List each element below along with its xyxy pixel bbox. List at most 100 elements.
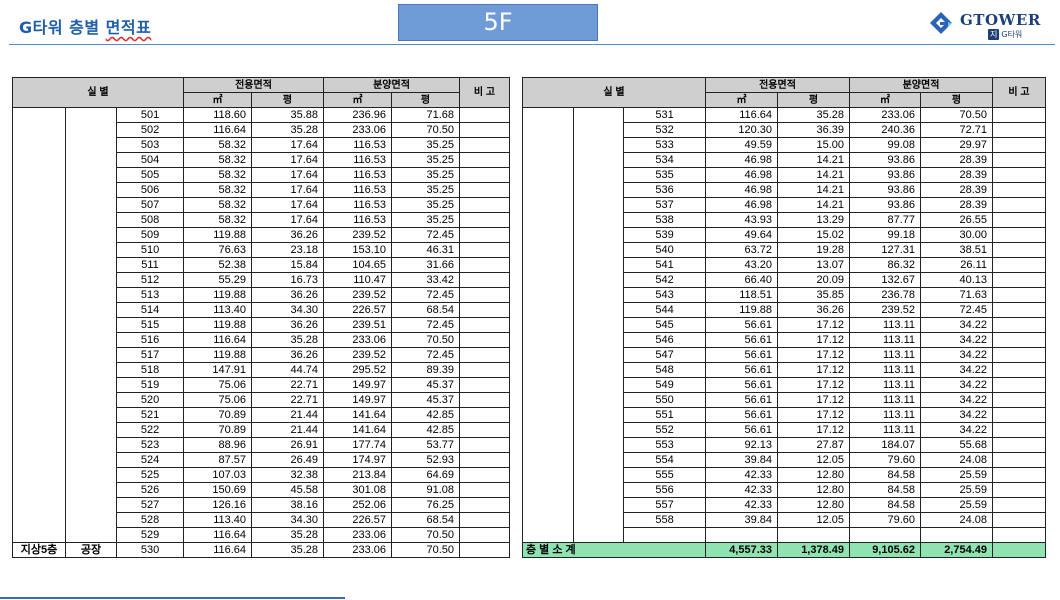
- blank-cell: [522, 452, 574, 468]
- sale-sqm-cell: 116.53: [323, 167, 393, 183]
- table-row: 532 120.30 36.39 240.36 72.71: [522, 122, 1047, 138]
- header-sqm: ㎡: [849, 92, 922, 108]
- sale-sqm-cell: 226.57: [323, 302, 393, 318]
- empty-cell: [705, 527, 779, 543]
- sale-sqm-cell: 252.06: [323, 497, 393, 513]
- blank-cell: [573, 287, 624, 303]
- room-number-cell: 509: [115, 227, 185, 243]
- room-number-cell: 506: [115, 182, 185, 198]
- sale-sqm-cell: 141.64: [323, 422, 393, 438]
- note-cell: [992, 332, 1047, 348]
- blank-cell: [12, 497, 66, 513]
- note-cell: [459, 362, 511, 378]
- exclusive-pyeong-cell: 35.28: [251, 122, 325, 138]
- sale-sqm-cell: 116.53: [323, 152, 393, 168]
- sale-pyeong-cell: 72.45: [391, 227, 461, 243]
- exclusive-pyeong-cell: 36.39: [777, 122, 851, 138]
- blank-cell: [522, 467, 574, 483]
- sale-pyeong-cell: 24.08: [920, 512, 994, 528]
- blank-cell: [12, 257, 66, 273]
- blank-cell: [522, 242, 574, 258]
- sale-sqm-cell: 104.65: [323, 257, 393, 273]
- room-number-cell: 507: [115, 197, 185, 213]
- exclusive-sqm-cell: 116.64: [183, 527, 253, 543]
- table-row: 512 55.29 16.73 110.47 33.42: [12, 272, 511, 288]
- room-number-cell: 523: [115, 437, 185, 453]
- table-row: 535 46.98 14.21 93.86 28.39: [522, 167, 1047, 183]
- exclusive-sqm-cell: 126.16: [183, 497, 253, 513]
- table-row: 545 56.61 17.12 113.11 34.22: [522, 317, 1047, 333]
- blank-cell: [12, 287, 66, 303]
- room-number-cell: 527: [115, 497, 185, 513]
- table-row: 534 46.98 14.21 93.86 28.39: [522, 152, 1047, 168]
- exclusive-pyeong-cell: 36.26: [251, 227, 325, 243]
- title-underlined: 면적표: [105, 18, 152, 37]
- blank-cell: [12, 377, 66, 393]
- exclusive-pyeong-cell: 17.64: [251, 167, 325, 183]
- blank-cell: [522, 302, 574, 318]
- note-cell: [459, 302, 511, 318]
- exclusive-pyeong-cell: 14.21: [777, 182, 851, 198]
- note-cell: [459, 137, 511, 153]
- exclusive-pyeong-cell: 15.00: [777, 137, 851, 153]
- room-number-cell: 520: [115, 392, 185, 408]
- exclusive-sqm-cell: 119.88: [183, 227, 253, 243]
- sale-pyeong-cell: 28.39: [920, 167, 994, 183]
- sale-pyeong-cell: 72.45: [391, 347, 461, 363]
- exclusive-sqm-cell: 39.84: [705, 512, 779, 528]
- empty-cell: [992, 527, 1047, 543]
- sale-pyeong-cell: 28.39: [920, 182, 994, 198]
- exclusive-pyeong-cell: 35.85: [777, 287, 851, 303]
- note-cell: [992, 422, 1047, 438]
- table-row: 508 58.32 17.64 116.53 35.25: [12, 212, 511, 228]
- header-sqm: ㎡: [323, 92, 393, 108]
- blank-cell: [65, 122, 117, 138]
- exclusive-sqm-total: 4,557.33: [705, 542, 779, 558]
- exclusive-sqm-cell: 55.29: [183, 272, 253, 288]
- blank-cell: [65, 182, 117, 198]
- sale-sqm-cell: 233.06: [849, 107, 922, 123]
- room-number-cell: 534: [622, 152, 707, 168]
- sale-pyeong-cell: 25.59: [920, 482, 994, 498]
- blank-cell: [65, 137, 117, 153]
- sale-sqm-cell: 79.60: [849, 512, 922, 528]
- room-number-cell: 510: [115, 242, 185, 258]
- header-sale: 분양면적: [323, 77, 461, 93]
- exclusive-pyeong-cell: 36.26: [251, 317, 325, 333]
- page-title: G타워 층별 면적표: [19, 14, 151, 38]
- sale-pyeong-cell: 34.22: [920, 347, 994, 363]
- room-number-cell: 511: [115, 257, 185, 273]
- blank-cell: [12, 317, 66, 333]
- blank-cell: [522, 197, 574, 213]
- sale-pyeong-cell: 31.66: [391, 257, 461, 273]
- exclusive-sqm-cell: 87.57: [183, 452, 253, 468]
- blank-cell: [12, 137, 66, 153]
- blank-cell: [573, 467, 624, 483]
- blank-cell: [12, 392, 66, 408]
- room-number-cell: 525: [115, 467, 185, 483]
- blank-cell: [522, 422, 574, 438]
- blank-cell: [522, 272, 574, 288]
- footer-divider: [0, 597, 345, 599]
- exclusive-sqm-cell: 76.63: [183, 242, 253, 258]
- exclusive-sqm-cell: 43.93: [705, 212, 779, 228]
- exclusive-sqm-cell: 75.06: [183, 392, 253, 408]
- blank-cell: [12, 182, 66, 198]
- empty-cell: [573, 527, 624, 543]
- sale-pyeong-cell: 35.25: [391, 212, 461, 228]
- room-number-cell: 513: [115, 287, 185, 303]
- blank-cell: [12, 332, 66, 348]
- blank-cell: [12, 122, 66, 138]
- note-cell: [992, 242, 1047, 258]
- exclusive-pyeong-cell: 32.38: [251, 467, 325, 483]
- exclusive-sqm-cell: 118.60: [183, 107, 253, 123]
- room-number-cell: 553: [622, 437, 707, 453]
- note-cell: [992, 347, 1047, 363]
- note-cell: [992, 317, 1047, 333]
- sale-pyeong-cell: 25.59: [920, 467, 994, 483]
- header-sqm: ㎡: [183, 92, 253, 108]
- use-cell: 공장: [65, 542, 117, 558]
- blank-cell: [522, 497, 574, 513]
- gtower-logo-icon: [930, 12, 952, 34]
- sale-pyeong-cell: 34.22: [920, 317, 994, 333]
